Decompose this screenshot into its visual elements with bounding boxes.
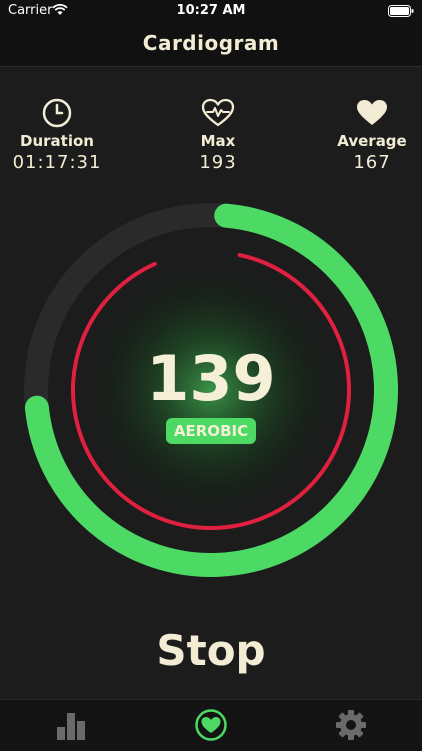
tab-stats[interactable] — [51, 706, 91, 744]
tab-heart[interactable] — [191, 706, 231, 744]
bar-chart-icon — [57, 713, 85, 740]
tab-bar — [0, 699, 422, 751]
gear-icon — [336, 710, 366, 740]
stop-button[interactable]: Stop — [121, 618, 301, 682]
heart-rate-gauge — [0, 0, 422, 624]
zone-badge: AEROBIC — [166, 418, 256, 444]
current-heart-rate: 139 — [146, 342, 276, 415]
heart-tab-icon — [195, 709, 227, 741]
tab-settings[interactable] — [331, 706, 371, 744]
